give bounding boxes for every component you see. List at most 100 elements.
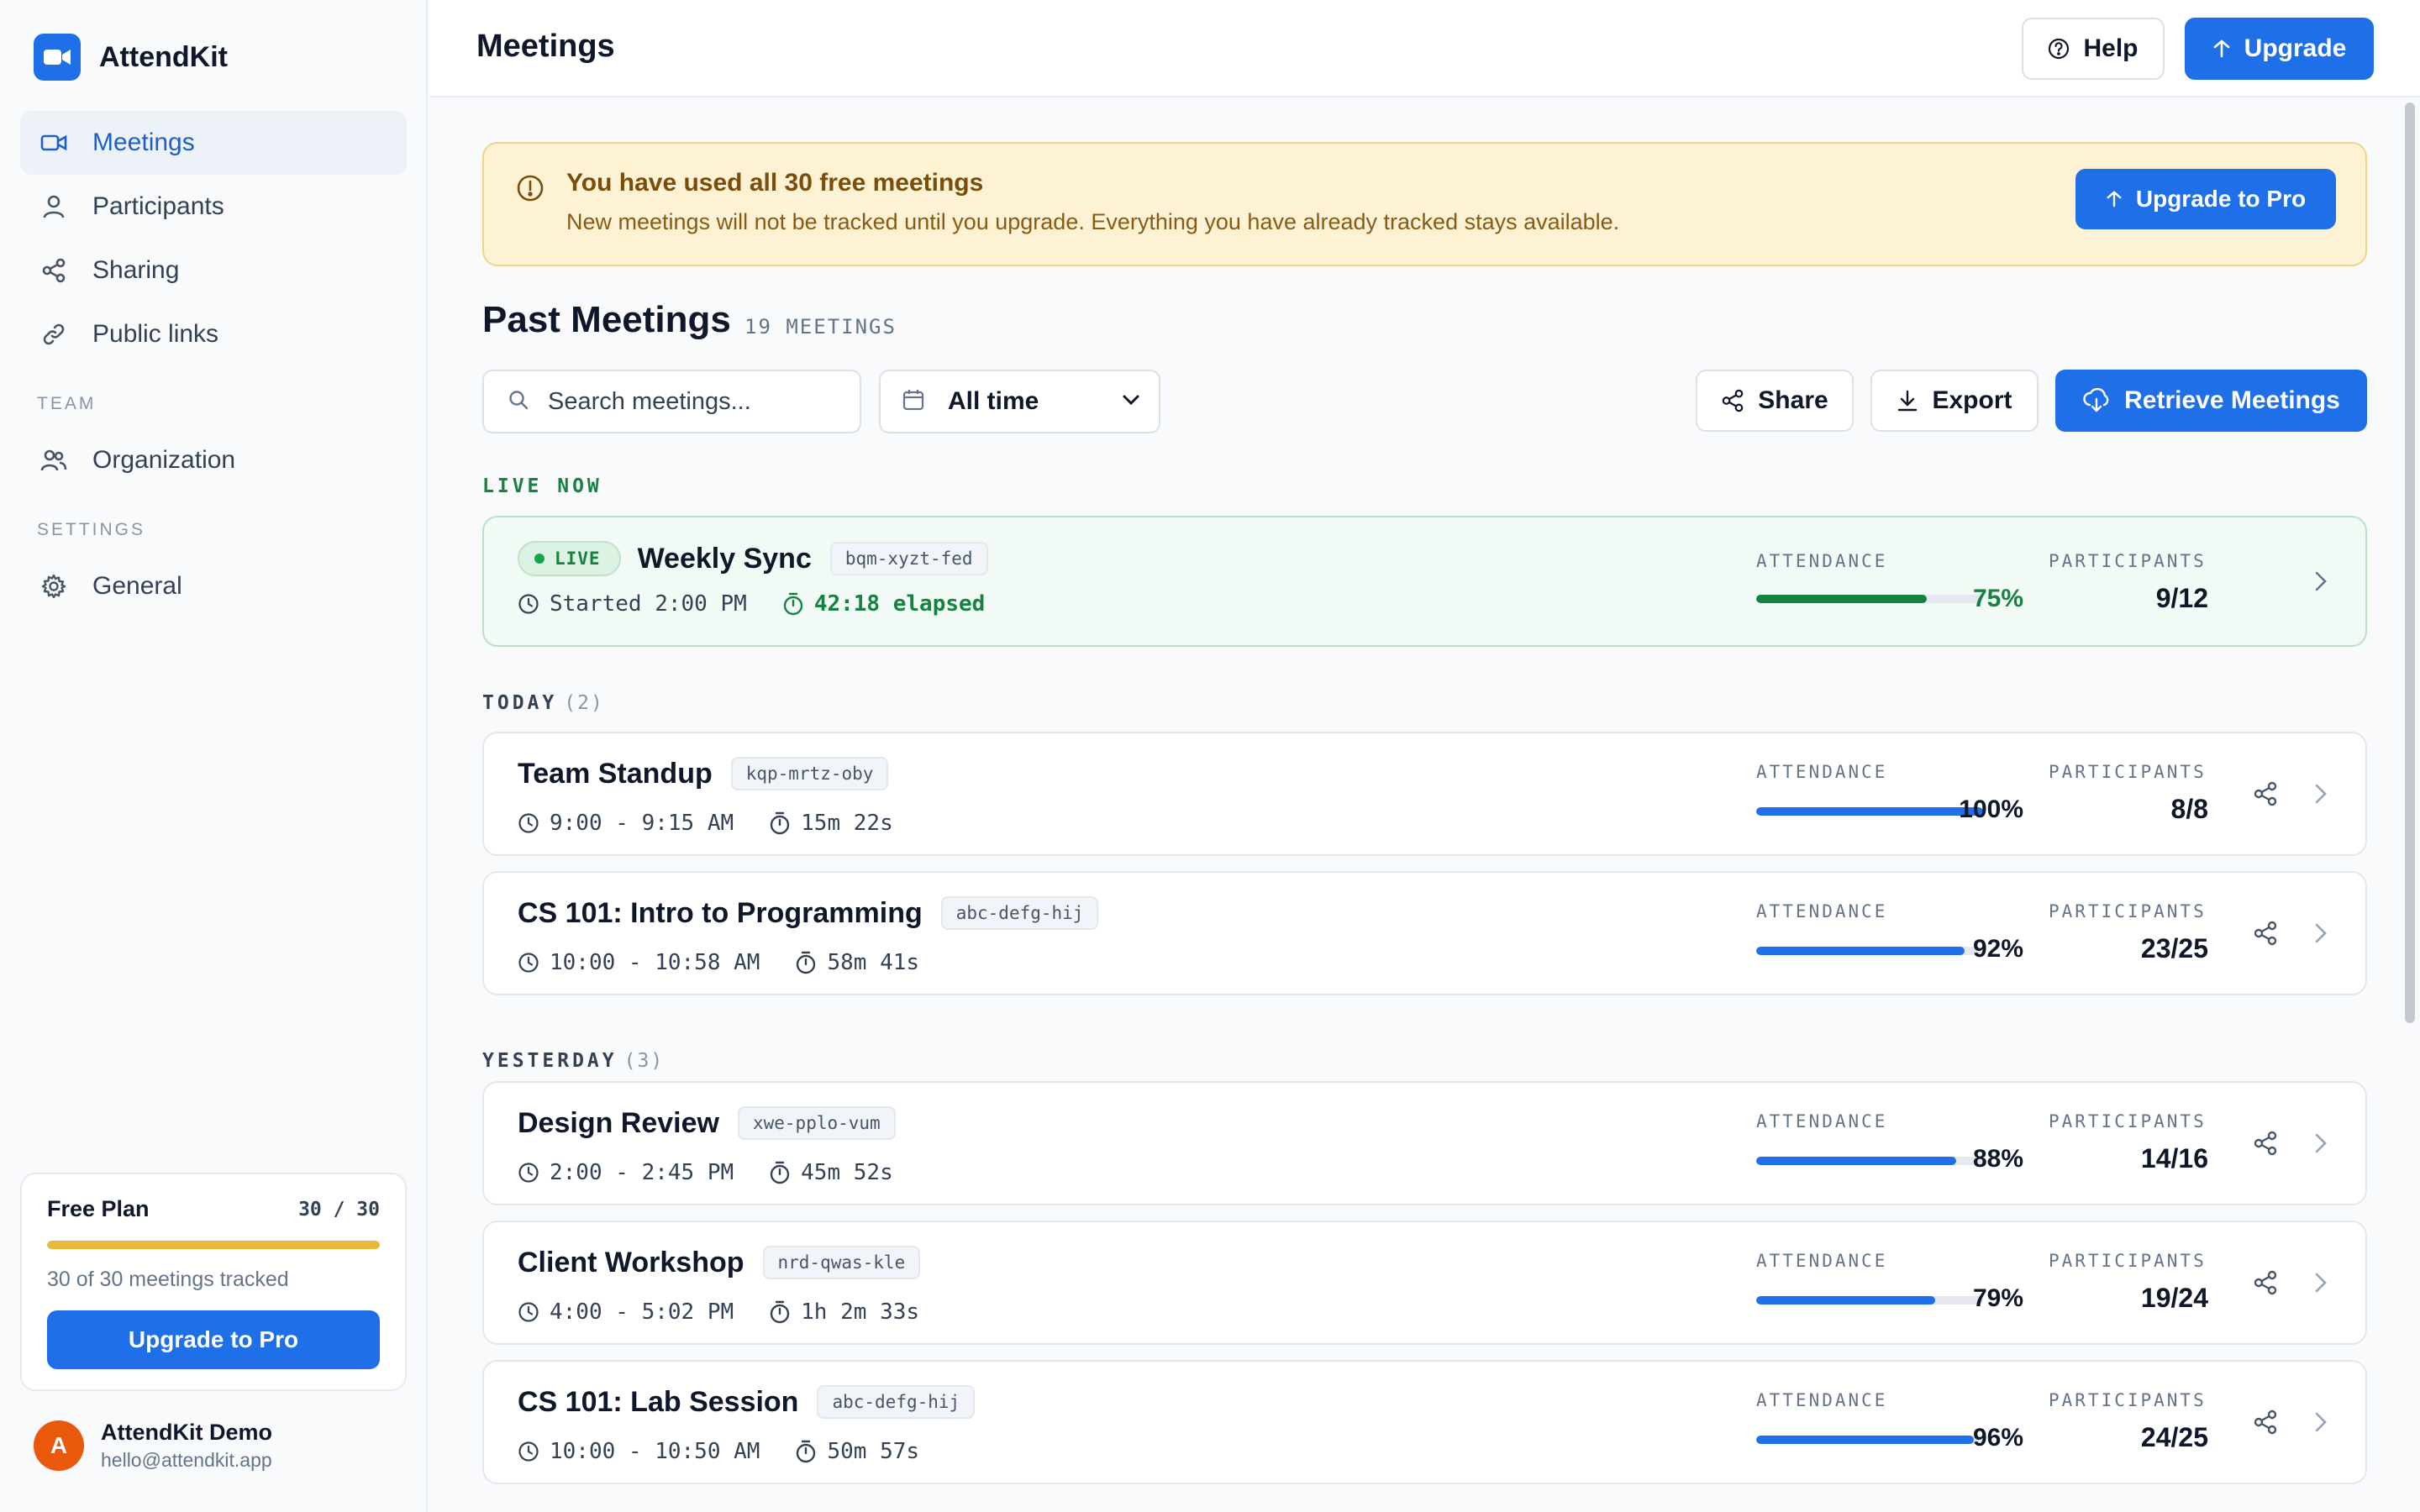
user-icon	[39, 192, 69, 222]
attendance-bar	[1756, 1157, 1983, 1165]
chevron-right-icon[interactable]	[2306, 779, 2336, 809]
attendance-percent: 96%	[1972, 1424, 2023, 1452]
meeting-title: CS 101: Intro to Programming	[518, 896, 923, 929]
chevron-right-icon[interactable]	[2306, 1268, 2336, 1298]
stopwatch-icon	[782, 592, 804, 616]
sidebar-item-general[interactable]: General	[20, 554, 407, 618]
meeting-duration: 50m 57s	[827, 1439, 920, 1464]
search-icon	[508, 389, 529, 415]
sidebar-upgrade-button[interactable]: Upgrade to Pro	[47, 1310, 380, 1369]
retrieve-meetings-button[interactable]: Retrieve Meetings	[2055, 370, 2367, 432]
share-icon	[1721, 389, 1744, 412]
upgrade-button[interactable]: Upgrade	[2185, 18, 2374, 80]
upgrade-label: Upgrade	[2244, 34, 2347, 62]
participants-count: 9/12	[2155, 583, 2208, 613]
meeting-card[interactable]: Design Review xwe-pplo-vum 2:00 - 2:45 P…	[482, 1081, 2367, 1205]
sidebar-item-meetings[interactable]: Meetings	[20, 111, 407, 175]
attendance-bar-fill	[1756, 807, 1983, 816]
share-icon[interactable]	[2249, 1266, 2282, 1299]
export-button[interactable]: Export	[1870, 370, 2039, 432]
download-icon	[1897, 389, 1918, 412]
meeting-time: 9:00 - 9:15 AM	[550, 811, 734, 836]
link-icon	[39, 319, 69, 349]
participants-label: PARTICIPANTS	[2049, 1390, 2207, 1410]
participants-count: 23/25	[2140, 933, 2208, 963]
stopwatch-icon	[769, 1300, 791, 1324]
attendance-label: ATTENDANCE	[1756, 901, 1888, 921]
sidebar-item-public-links[interactable]: Public links	[20, 302, 407, 366]
meeting-time: 2:00 - 2:45 PM	[550, 1160, 734, 1185]
meeting-card[interactable]: CS 101: Intro to Programming abc-defg-hi…	[482, 871, 2367, 995]
banner-title: You have used all 30 free meetings	[566, 169, 984, 197]
clock-icon	[518, 812, 539, 834]
chevron-right-icon[interactable]	[2306, 1128, 2336, 1158]
sidebar-item-organization[interactable]: Organization	[20, 428, 407, 492]
section-label-team: TEAM	[37, 394, 97, 413]
participants-count: 24/25	[2140, 1422, 2208, 1452]
live-meeting-card[interactable]: LIVE Weekly Sync bqm-xyzt-fed Started 2:…	[482, 516, 2367, 647]
user-profile[interactable]: A AttendKit Demo hello@attendkit.app	[34, 1420, 272, 1472]
meeting-card[interactable]: CS 101: Lab Session abc-defg-hij 10:00 -…	[482, 1360, 2367, 1484]
share-icon[interactable]	[2249, 1405, 2282, 1439]
share-icon	[39, 255, 69, 286]
attendance-bar-fill	[1756, 1436, 1975, 1444]
date-range-select[interactable]: All time	[879, 370, 1160, 433]
sidebar-item-label: Organization	[92, 446, 236, 474]
plan-title: Free Plan	[47, 1196, 150, 1221]
meeting-code: kqp-mrtz-oby	[730, 757, 889, 790]
attendance-bar-fill	[1756, 1157, 1956, 1165]
scrollbar[interactable]	[2405, 102, 2415, 1023]
attendance-label: ATTENDANCE	[1756, 1111, 1888, 1131]
help-button[interactable]: Help	[2022, 18, 2165, 80]
meeting-card[interactable]: Team Standup kqp-mrtz-oby 9:00 - 9:15 AM…	[482, 732, 2367, 856]
sidebar-item-sharing[interactable]: Sharing	[20, 239, 407, 302]
gear-icon	[39, 571, 69, 601]
share-icon[interactable]	[2249, 1126, 2282, 1160]
meeting-time: 10:00 - 10:50 AM	[550, 1439, 760, 1464]
participants-label: PARTICIPANTS	[2049, 762, 2207, 782]
attendance-percent: 92%	[1972, 935, 2023, 963]
group-label: YESTERDAY (3)	[482, 1050, 664, 1072]
share-icon[interactable]	[2249, 777, 2282, 811]
retrieve-label: Retrieve Meetings	[2124, 386, 2340, 414]
video-logo-icon	[34, 34, 81, 81]
stopwatch-icon	[769, 811, 791, 835]
share-icon[interactable]	[2249, 916, 2282, 950]
section-label-settings: SETTINGS	[37, 520, 146, 539]
meeting-code: xwe-pplo-vum	[737, 1106, 896, 1140]
attendance-bar	[1756, 1436, 1983, 1444]
banner-upgrade-button[interactable]: Upgrade to Pro	[2075, 169, 2336, 229]
participants-count: 19/24	[2140, 1283, 2208, 1313]
meeting-card[interactable]: Client Workshop nrd-qwas-kle 4:00 - 5:02…	[482, 1221, 2367, 1345]
meeting-duration: 58m 41s	[827, 950, 920, 975]
meeting-duration: 1h 2m 33s	[801, 1299, 920, 1325]
plan-note: 30 of 30 meetings tracked	[47, 1268, 289, 1291]
meeting-time: 4:00 - 5:02 PM	[550, 1299, 734, 1325]
stopwatch-icon	[769, 1161, 791, 1184]
export-label: Export	[1932, 386, 2012, 414]
brand[interactable]: AttendKit	[34, 34, 228, 81]
search-input[interactable]: Search meetings...	[482, 370, 861, 433]
plan-usage-bar	[47, 1241, 380, 1249]
avatar: A	[34, 1420, 84, 1471]
banner-upgrade-label: Upgrade to Pro	[2135, 186, 2307, 212]
share-button[interactable]: Share	[1696, 370, 1854, 432]
arrow-up-icon	[2212, 39, 2231, 59]
attendance-bar-fill	[1756, 947, 1965, 955]
chevron-right-icon[interactable]	[2306, 1407, 2336, 1437]
chevron-right-icon[interactable]	[2306, 566, 2336, 596]
live-badge-label: LIVE	[555, 549, 601, 569]
calendar-icon	[902, 389, 924, 415]
attendance-label: ATTENDANCE	[1756, 551, 1888, 571]
participants-label: PARTICIPANTS	[2049, 1111, 2207, 1131]
participants-count: 8/8	[2170, 794, 2208, 824]
meeting-code: nrd-qwas-kle	[762, 1246, 921, 1279]
meeting-time: 10:00 - 10:58 AM	[550, 950, 760, 975]
chevron-right-icon[interactable]	[2306, 918, 2336, 948]
sidebar-item-label: General	[92, 572, 182, 600]
group-label: TODAY (2)	[482, 692, 604, 714]
clock-icon	[518, 1162, 539, 1184]
video-icon	[39, 128, 69, 158]
meeting-title: Client Workshop	[518, 1246, 744, 1278]
sidebar-item-participants[interactable]: Participants	[20, 175, 407, 239]
